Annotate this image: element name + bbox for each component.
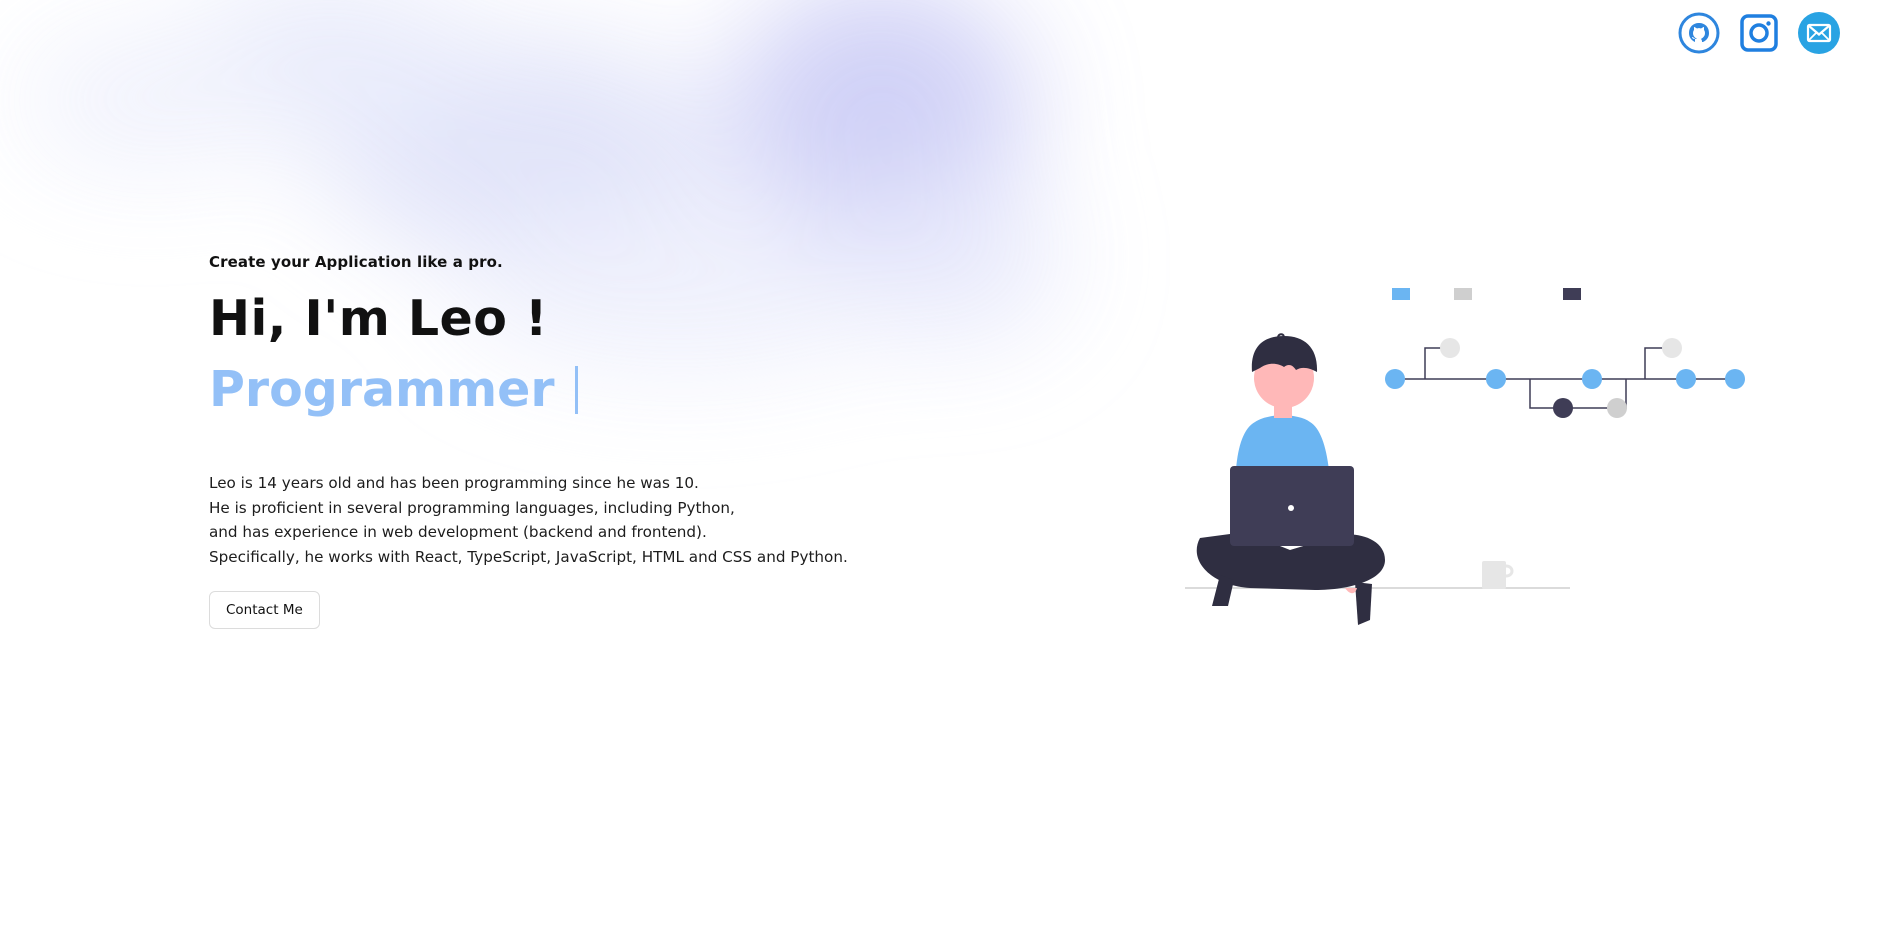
instagram-link[interactable]	[1738, 12, 1780, 54]
mail-link[interactable]	[1798, 12, 1840, 54]
programmer-illustration	[1185, 288, 1745, 625]
github-link[interactable]	[1678, 12, 1720, 54]
hero-section: Create your Application like a pro. Hi, …	[209, 253, 848, 629]
bio-line: Leo is 14 years old and has been program…	[209, 474, 699, 492]
contact-me-button[interactable]: Contact Me	[209, 591, 320, 629]
person-illustration	[1196, 333, 1385, 625]
bio-line: and has experience in web development (b…	[209, 523, 707, 541]
tagline: Create your Application like a pro.	[209, 253, 503, 271]
mug-icon	[1482, 561, 1514, 589]
bio-line: He is proficient in several programming …	[209, 498, 735, 517]
role-text: Programmer	[209, 361, 555, 418]
github-icon	[1678, 12, 1720, 54]
role-typewriter: Programmer	[209, 359, 848, 421]
bio: Leo is 14 years old and has been program…	[209, 471, 848, 569]
headline: Hi, I'm Leo !	[209, 290, 548, 347]
bio-line: Specifically, he works with React, TypeS…	[209, 547, 848, 566]
social-links	[1678, 12, 1840, 54]
mail-icon	[1798, 12, 1840, 54]
instagram-icon	[1740, 14, 1778, 52]
page: Create your Application like a pro. Hi, …	[0, 0, 1898, 941]
git-graph-icon	[1385, 288, 1745, 418]
typing-cursor	[574, 366, 578, 414]
